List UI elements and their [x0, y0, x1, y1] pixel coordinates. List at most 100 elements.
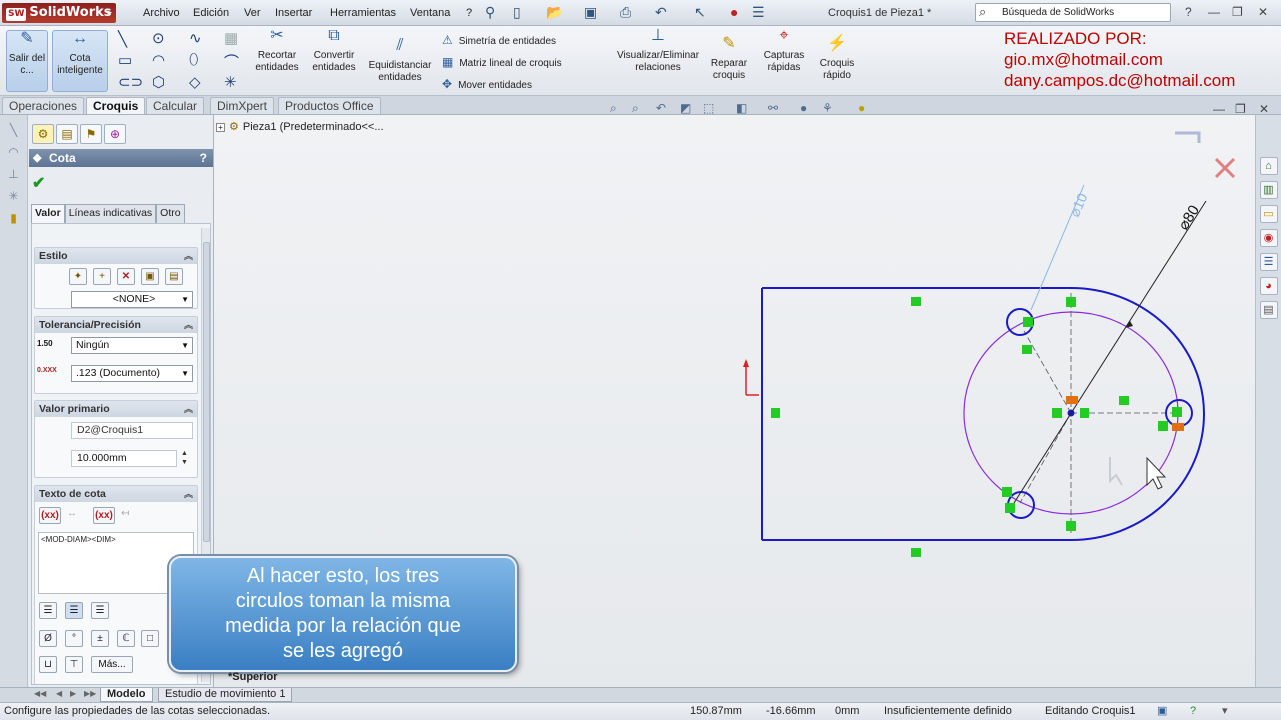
style-load-icon[interactable]: ▤ — [165, 268, 183, 285]
tab-estudio-movimiento[interactable]: Estudio de movimiento 1 — [158, 688, 293, 702]
first-tab-icon[interactable]: ◀◀ — [34, 689, 46, 698]
pm-help-icon[interactable]: ? — [200, 149, 207, 167]
value-spinner-icon[interactable]: ▲ ▼ — [181, 449, 188, 467]
style-apply-icon[interactable]: ✦ — [69, 268, 87, 285]
tab-croquis[interactable]: Croquis — [86, 97, 146, 114]
linear-pattern-button[interactable]: ▦ Matriz lineal de croquis — [442, 55, 562, 69]
menu-ver[interactable]: Ver — [244, 7, 261, 19]
plane-icon[interactable]: ◇ — [189, 73, 201, 91]
grid-icon[interactable]: ▦ — [224, 29, 238, 47]
dimension-name-field[interactable]: D2@Croquis1 — [71, 422, 193, 439]
strip-line-icon[interactable]: ╲ — [0, 123, 27, 137]
centerline-symbol-button[interactable]: ℂ — [117, 630, 135, 647]
display-relations-button[interactable]: ⊥ Visualizar/Eliminar relaciones — [612, 28, 704, 74]
slot-icon[interactable]: ⊂⊃ — [118, 73, 143, 91]
last-tab-icon[interactable]: ▶▶ — [84, 689, 96, 698]
rapid-sketch-button[interactable]: ⚡ Croquis rápido — [814, 36, 860, 82]
ok-check-icon[interactable]: ✔ — [32, 173, 45, 193]
strip-point-icon[interactable]: ✳ — [0, 189, 27, 203]
exit-sketch-button[interactable]: ✎ Salir del c... — [6, 30, 48, 92]
save-icon[interactable]: ▣ — [584, 4, 597, 21]
gfx-minimize-icon[interactable]: — — [1213, 102, 1225, 116]
precision-select[interactable]: .123 (Documento) ▼ — [71, 365, 193, 382]
fillet-icon[interactable]: ⌒ — [224, 51, 239, 72]
spline-icon[interactable]: ∿ — [189, 29, 202, 47]
appearance-icon[interactable]: ● — [800, 101, 807, 115]
collapse-icon[interactable]: ︽ — [184, 317, 193, 333]
configuration-tab-icon[interactable]: ⚑ — [80, 124, 102, 144]
plusminus-symbol-button[interactable]: ± — [91, 630, 109, 647]
style-add-icon[interactable]: + — [93, 268, 111, 285]
dimension-80-label[interactable]: ⌀80 — [1175, 202, 1203, 233]
exit-sketch-corner-icon[interactable] — [1175, 131, 1201, 143]
outer-profile[interactable] — [761, 287, 1205, 541]
gfx-close-icon[interactable]: ✕ — [1259, 102, 1269, 116]
more-symbols-button[interactable]: Más... — [91, 656, 133, 673]
view-orientation-icon[interactable]: ⬚ — [703, 101, 714, 115]
pin-icon[interactable]: ⚲ — [485, 4, 495, 21]
tab-modelo[interactable]: Modelo — [100, 688, 153, 702]
menu-herramientas[interactable]: Herramientas — [330, 7, 396, 19]
dimension-value-field[interactable]: 10.000mm — [71, 450, 177, 467]
appearances-icon[interactable]: ◕ — [1259, 277, 1278, 295]
menu-ventana[interactable]: Ventana — [410, 7, 450, 19]
repair-sketch-button[interactable]: ✎ Reparar croquis — [706, 36, 752, 82]
help-status-icon[interactable]: ? — [1190, 703, 1196, 720]
search-box[interactable]: ⌕ Búsqueda de SolidWorks — [975, 3, 1171, 22]
style-save-icon[interactable]: ▣ — [141, 268, 159, 285]
undo-icon[interactable]: ↶ — [655, 4, 667, 21]
graphics-area[interactable]: + ⚙ Pieza1 (Predeterminado<<... ⌀10 ⌀80 … — [169, 115, 1255, 687]
gfx-restore-icon[interactable]: ❐ — [1235, 102, 1246, 116]
depth-icon[interactable]: ⊤ — [65, 656, 83, 673]
rectangle-icon[interactable]: ▭ — [118, 51, 132, 69]
tab-productos-office[interactable]: Productos Office — [278, 97, 381, 114]
pm-scrollbar-thumb[interactable] — [203, 242, 210, 542]
subtab-valor[interactable]: Valor — [31, 204, 65, 223]
align-left-icon[interactable]: ☰ — [39, 602, 57, 619]
tab-dimxpert[interactable]: DimXpert — [210, 97, 275, 114]
collapse-icon[interactable]: ︽ — [184, 401, 193, 417]
collapse-icon[interactable]: ︽ — [184, 248, 193, 264]
home-icon[interactable]: ⌂ — [1259, 157, 1278, 175]
help-icon[interactable]: ? — [1185, 5, 1192, 19]
style-delete-icon[interactable]: ✕ — [117, 268, 135, 285]
arc-icon[interactable]: ◠ — [152, 51, 165, 69]
scene-icon[interactable]: ⚘ — [822, 101, 833, 115]
dimension-10-label[interactable]: ⌀10 — [1066, 191, 1090, 220]
offset-button[interactable]: ⫽ Equidistanciar entidades — [364, 38, 436, 84]
polygon-icon[interactable]: ⬡ — [152, 73, 165, 91]
units-icon[interactable]: ▣ — [1157, 703, 1167, 720]
rebuild-icon[interactable]: ● — [730, 4, 738, 20]
text-arrow-icon[interactable]: ↔ — [67, 508, 77, 519]
diameter-symbol-button[interactable]: Ø — [39, 630, 57, 647]
confirmation-corner[interactable] — [1175, 131, 1236, 179]
prev-tab-icon[interactable]: ◀ — [56, 689, 62, 698]
convert-button[interactable]: ⧉ Convertir entidades — [308, 28, 360, 74]
restore-icon[interactable]: ❐ — [1232, 5, 1243, 19]
previous-view-icon[interactable]: ↶ — [656, 101, 666, 115]
square-symbol-button[interactable]: □ — [141, 630, 159, 647]
menu-archivo[interactable]: Archivo — [143, 7, 180, 19]
property-manager-tab-icon[interactable]: ▤ — [56, 124, 78, 144]
strip-origin-icon[interactable]: ⊥ — [0, 167, 27, 181]
new-document-icon[interactable]: ▯ — [513, 4, 521, 21]
style-select[interactable]: <NONE> ▼ — [71, 291, 193, 308]
tab-calcular[interactable]: Calcular — [146, 97, 205, 114]
ellipse-icon[interactable]: ⬯ — [189, 51, 198, 68]
style-group-header[interactable]: Estilo ︽ — [35, 248, 197, 264]
line-icon[interactable]: ╲ — [118, 30, 127, 48]
search-input[interactable]: Búsqueda de SolidWorks — [1002, 7, 1114, 18]
subtab-otro[interactable]: Otro — [156, 204, 185, 223]
strip-tool-icon[interactable]: ▮ — [0, 211, 27, 225]
minimize-icon[interactable]: — — [1208, 5, 1220, 19]
tab-operaciones[interactable]: Operaciones — [2, 97, 85, 114]
custom-properties-icon[interactable]: ▤ — [1259, 301, 1278, 319]
view-palette-icon[interactable]: ☰ — [1259, 253, 1278, 271]
status-flag-icon[interactable]: ▾ — [1222, 703, 1228, 720]
open-folder-icon[interactable]: 📂 — [546, 4, 563, 21]
display-style-icon[interactable]: ◧ — [736, 101, 747, 115]
trim-button[interactable]: ✂ Recortar entidades — [252, 28, 302, 74]
align-right-icon[interactable]: ☰ — [91, 602, 109, 619]
point-icon[interactable]: ✳ — [224, 73, 237, 91]
move-button[interactable]: ✥ Mover entidades — [442, 77, 532, 91]
